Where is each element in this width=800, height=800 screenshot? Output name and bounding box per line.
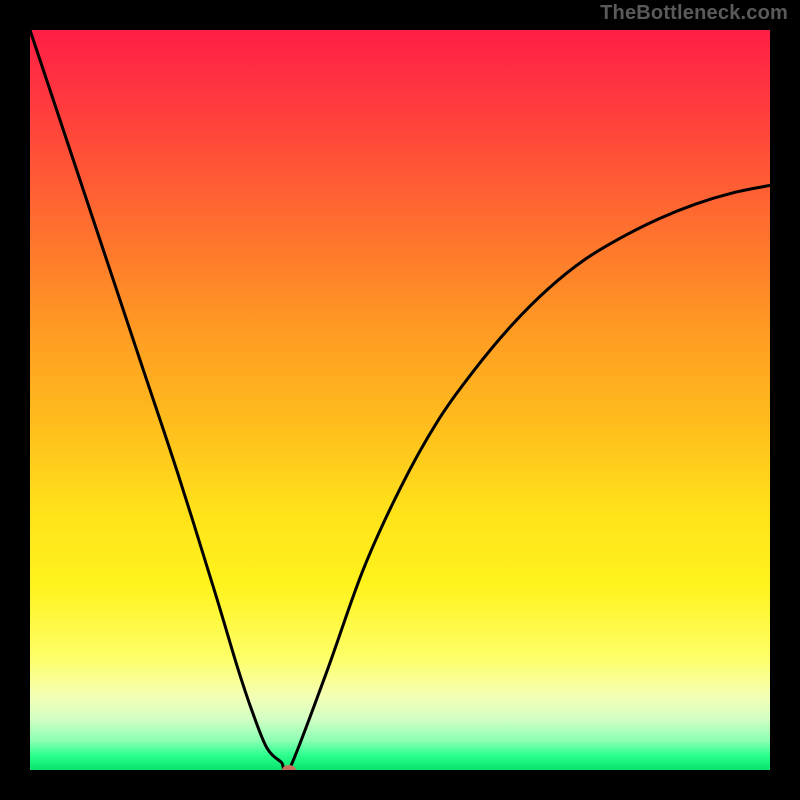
curve-layer <box>30 30 770 770</box>
chart-frame: TheBottleneck.com <box>0 0 800 800</box>
watermark-text: TheBottleneck.com <box>600 2 788 25</box>
bottleneck-curve <box>30 30 770 770</box>
plot-area <box>30 30 770 770</box>
